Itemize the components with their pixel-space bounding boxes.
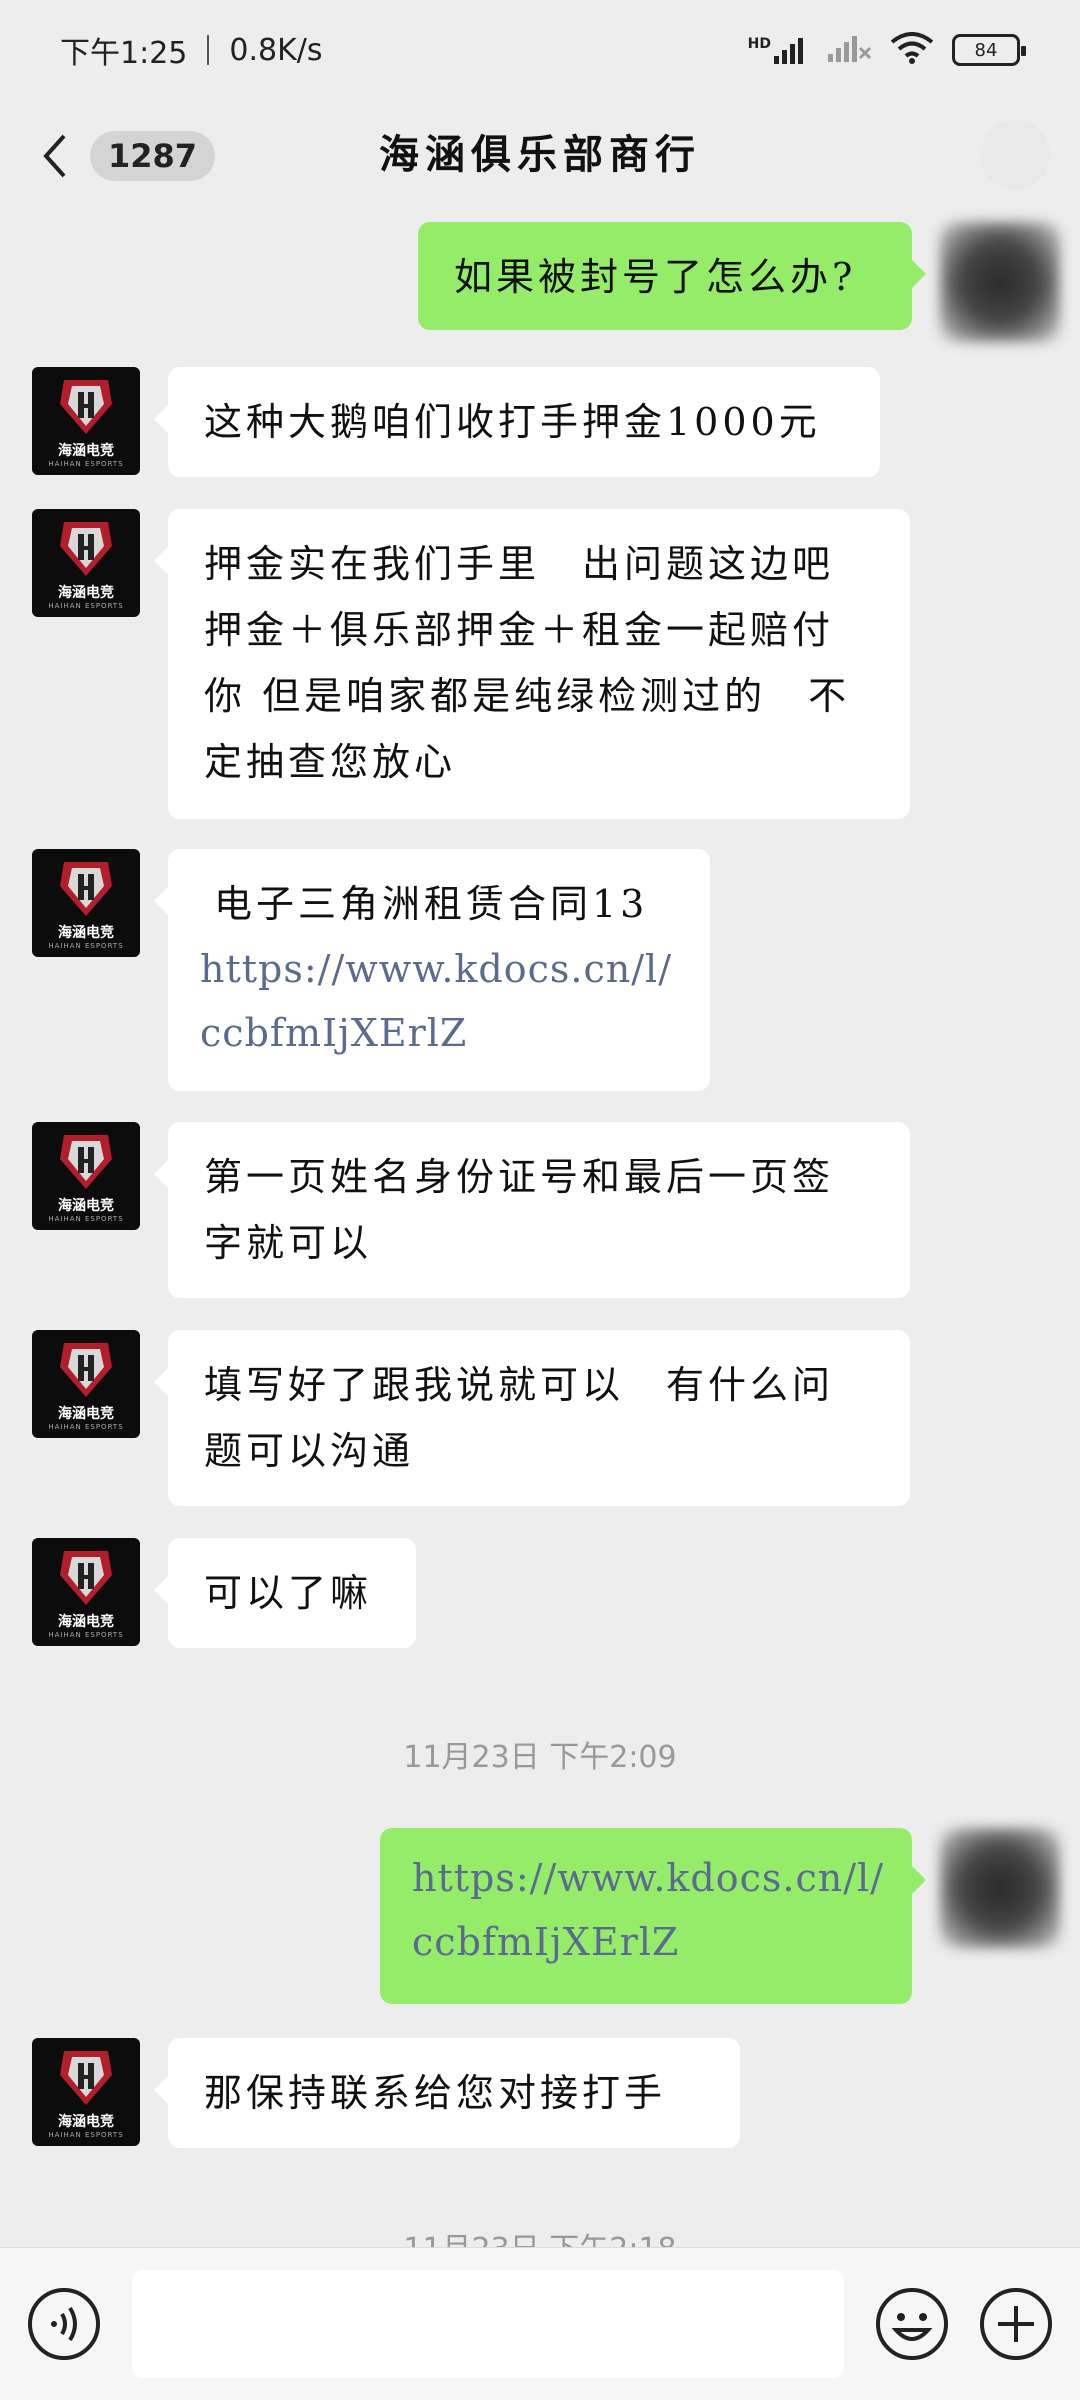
esports-logo-icon xyxy=(60,2051,112,2105)
message-text: 这种大鹅咱们收打手押金1000元 xyxy=(204,400,821,444)
message-sent: https://www.kdocs.cn/l/ ccbfmIjXErlZ xyxy=(380,1828,1060,2004)
message-link[interactable]: ccbfmIjXErlZ xyxy=(412,1910,884,1974)
message-link[interactable]: https://www.kdocs.cn/l/ xyxy=(200,937,678,1001)
esports-logo-icon xyxy=(60,862,112,916)
message-line: 第一页姓名身份证号和最后一页签 xyxy=(204,1155,835,1199)
message-link[interactable]: ccbfmIjXErlZ xyxy=(200,1001,678,1065)
contact-avatar[interactable]: 海涵电竞 HAIHAN ESPORTS xyxy=(32,367,140,475)
message-bubble[interactable]: 这种大鹅咱们收打手押金1000元 xyxy=(154,367,880,477)
esports-logo-icon xyxy=(60,380,112,434)
message-line: 定抽查您放心 xyxy=(204,740,457,784)
esports-logo-icon xyxy=(60,1135,112,1189)
more-options-icon[interactable] xyxy=(980,120,1050,190)
esports-logo-icon xyxy=(60,1343,112,1397)
message-bubble[interactable]: 如果被封号了怎么办? xyxy=(418,222,926,330)
message-received: 海涵电竞 HAIHAN ESPORTS 第一页姓名身份证号和最后一页签 字就可以 xyxy=(32,1122,910,1298)
contact-avatar[interactable]: 海涵电竞 HAIHAN ESPORTS xyxy=(32,509,140,617)
message-bubble[interactable]: 电子三角洲租赁合同13 https://www.kdocs.cn/l/ ccbf… xyxy=(154,849,710,1091)
contact-avatar[interactable]: 海涵电竞 HAIHAN ESPORTS xyxy=(32,2038,140,2146)
status-bar: 下午1:25 0.8K/s HD 84 xyxy=(0,0,1080,100)
chat-header: 1287 海涵俱乐部商行 xyxy=(0,100,1080,212)
chat-timestamp: 11月23日 下午2:09 xyxy=(403,1740,677,1775)
message-text: 电子三角洲租赁合同13 xyxy=(214,882,649,926)
message-line: 押金实在我们手里 出问题这边吧 xyxy=(204,542,835,586)
message-bubble[interactable]: 那保持联系给您对接打手 xyxy=(154,2038,740,2148)
contact-avatar[interactable]: 海涵电竞 HAIHAN ESPORTS xyxy=(32,849,140,957)
message-line: 押金＋俱乐部押金＋租金一起赔付 xyxy=(204,608,835,652)
my-avatar[interactable] xyxy=(940,222,1060,342)
esports-logo-icon xyxy=(60,1551,112,1605)
wifi-icon xyxy=(890,32,934,68)
message-text: 那保持联系给您对接打手 xyxy=(204,2071,667,2115)
message-bubble[interactable]: 填写好了跟我说就可以 有什么问 题可以沟通 xyxy=(154,1330,910,1506)
message-received: 海涵电竞 HAIHAN ESPORTS 填写好了跟我说就可以 有什么问 题可以沟… xyxy=(32,1330,910,1506)
message-received: 海涵电竞 HAIHAN ESPORTS 押金实在我们手里 出问题这边吧 押金＋俱… xyxy=(32,509,910,819)
message-line: 字就可以 xyxy=(204,1221,373,1265)
message-link[interactable]: https://www.kdocs.cn/l/ xyxy=(412,1846,884,1910)
message-received: 海涵电竞 HAIHAN ESPORTS 可以了嘛 xyxy=(32,1538,416,1648)
battery-icon: 84 xyxy=(952,34,1026,66)
status-time: 下午1:25 xyxy=(60,36,188,71)
hd-signal-icon: HD xyxy=(748,36,810,64)
my-avatar[interactable] xyxy=(940,1828,1060,1948)
contact-avatar[interactable]: 海涵电竞 HAIHAN ESPORTS xyxy=(32,1330,140,1438)
message-text: 如果被封号了怎么办? xyxy=(454,255,857,299)
message-sent: 如果被封号了怎么办? xyxy=(418,222,1060,342)
status-net-speed: 0.8K/s xyxy=(229,32,323,68)
chat-messages[interactable]: 如果被封号了怎么办? 海涵电竞 HAIHAN ESPORTS 这种大鹅咱们收打手… xyxy=(0,212,1080,2267)
contact-avatar[interactable]: 海涵电竞 HAIHAN ESPORTS xyxy=(32,1122,140,1230)
message-received: 海涵电竞 HAIHAN ESPORTS 那保持联系给您对接打手 xyxy=(32,2038,740,2148)
chat-title: 海涵俱乐部商行 xyxy=(379,131,701,178)
message-line: 题可以沟通 xyxy=(204,1429,415,1473)
voice-input-icon[interactable] xyxy=(26,2286,102,2362)
contact-avatar[interactable]: 海涵电竞 HAIHAN ESPORTS xyxy=(32,1538,140,1646)
add-icon[interactable] xyxy=(978,2286,1054,2362)
message-line: 你 但是咱家都是纯绿检测过的 不 xyxy=(204,674,851,718)
message-received: 海涵电竞 HAIHAN ESPORTS 电子三角洲租赁合同13 https://… xyxy=(32,849,710,1091)
status-divider xyxy=(207,35,210,65)
emoji-icon[interactable] xyxy=(874,2286,950,2362)
esports-logo-icon xyxy=(60,522,112,576)
message-received: 海涵电竞 HAIHAN ESPORTS 这种大鹅咱们收打手押金1000元 xyxy=(32,367,880,477)
signal-no-service-icon xyxy=(828,34,872,66)
message-bubble[interactable]: 第一页姓名身份证号和最后一页签 字就可以 xyxy=(154,1122,910,1298)
input-bar xyxy=(0,2247,1080,2400)
message-bubble[interactable]: 押金实在我们手里 出问题这边吧 押金＋俱乐部押金＋租金一起赔付 你 但是咱家都是… xyxy=(154,509,910,819)
message-text: 可以了嘛 xyxy=(204,1571,373,1615)
message-line: 填写好了跟我说就可以 有什么问 xyxy=(204,1363,835,1407)
message-input[interactable] xyxy=(132,2270,844,2378)
message-bubble[interactable]: https://www.kdocs.cn/l/ ccbfmIjXErlZ xyxy=(380,1828,926,2004)
message-bubble[interactable]: 可以了嘛 xyxy=(154,1538,416,1648)
